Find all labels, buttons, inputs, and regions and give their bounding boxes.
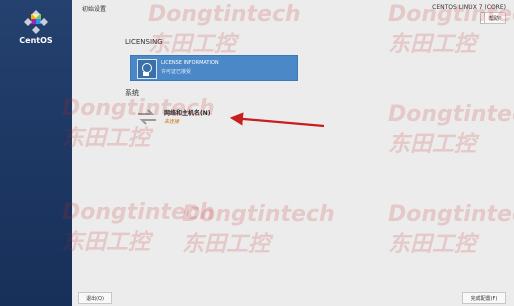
network-hostname-label[interactable]: 网络和主机名(N) xyxy=(164,108,211,117)
centos-logo-icon xyxy=(24,10,48,34)
product-title: CENTOS LINUX 7 (CORE) xyxy=(432,4,506,11)
licensing-heading: LICENSING xyxy=(125,38,163,46)
license-tile-title: LICENSE INFORMATION xyxy=(161,60,219,66)
quit-button[interactable]: 退出(Q) xyxy=(78,292,112,304)
watermark-text: 东田工控 xyxy=(388,32,477,57)
help-button[interactable]: 帮助! xyxy=(484,12,506,24)
network-status: 未连接 xyxy=(164,119,180,125)
watermark-text: 东田工控 xyxy=(388,232,477,257)
sidebar: CentOS xyxy=(0,0,72,306)
watermark-text: Dongtintech xyxy=(182,202,335,227)
license-icon xyxy=(137,59,157,79)
page-title: 初始设置 xyxy=(82,6,107,13)
watermark-text: 东田工控 xyxy=(62,230,151,255)
system-heading: 系统 xyxy=(125,89,139,97)
watermark-text: 东田工控 xyxy=(388,132,477,157)
main-panel: 初始设置 CENTOS LINUX 7 (CORE) 帮助! LICENSING… xyxy=(62,0,514,306)
license-information-tile[interactable]: LICENSE INFORMATION 许可证已接受 xyxy=(130,55,298,81)
network-hostname-icon[interactable] xyxy=(136,108,158,126)
watermark-text: Dongtintech xyxy=(388,102,514,127)
watermark-text: Dongtintech xyxy=(62,200,215,225)
watermark-text: 东田工控 xyxy=(182,232,271,257)
license-tile-status: 许可证已接受 xyxy=(161,69,192,75)
watermark-text: Dongtintech xyxy=(148,2,301,27)
finish-configuration-button[interactable]: 完成配置(F) xyxy=(462,292,506,304)
watermark-text: Dongtintech xyxy=(388,202,514,227)
centos-logo-text: CentOS xyxy=(19,36,53,45)
